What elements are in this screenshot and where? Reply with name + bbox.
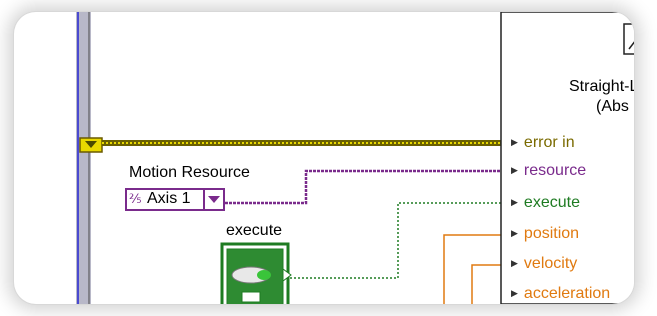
axis-ring-value: Axis 1 xyxy=(147,190,191,207)
terminal-arrow-icon: ▶ xyxy=(511,165,518,175)
block-icon xyxy=(623,23,634,55)
ring-dropdown-button[interactable] xyxy=(203,190,223,209)
io-resource-icon: ⅖ xyxy=(129,191,142,206)
terminal-error-in[interactable]: ▶ error in xyxy=(511,134,575,152)
execute-led-icon xyxy=(257,270,271,280)
terminal-label: resource xyxy=(523,162,587,179)
terminal-arrow-icon: ▶ xyxy=(511,288,518,298)
terminal-label: error in xyxy=(523,134,575,151)
terminal-acceleration[interactable]: ▶ acceleration xyxy=(511,285,610,303)
terminal-position[interactable]: ▶ position xyxy=(511,225,579,243)
resource-wire[interactable] xyxy=(225,169,501,205)
motion-resource-label: Motion Resource xyxy=(129,164,250,181)
block-title-line2: (Abs xyxy=(596,98,629,115)
terminal-arrow-icon: ▶ xyxy=(511,258,518,268)
execute-wire[interactable] xyxy=(290,202,501,279)
terminal-label: execute xyxy=(523,194,580,211)
screenshot-frame: Motion Resource ⅖ Axis 1 execute Straigh… xyxy=(0,0,657,316)
axis-ring-constant[interactable]: ⅖ Axis 1 xyxy=(125,188,225,211)
terminal-arrow-icon: ▶ xyxy=(511,137,518,147)
terminal-arrow-icon: ▶ xyxy=(511,228,518,238)
chevron-down-icon xyxy=(208,196,220,203)
terminal-label: position xyxy=(523,225,580,242)
terminal-label: velocity xyxy=(523,255,578,272)
terminal-resource[interactable]: ▶ resource xyxy=(511,162,586,180)
execute-label: execute xyxy=(226,222,283,239)
terminal-arrow-icon: ▶ xyxy=(511,197,518,207)
terminal-label: acceleration xyxy=(523,285,611,302)
terminal-velocity[interactable]: ▶ velocity xyxy=(511,255,577,273)
velocity-wire[interactable] xyxy=(471,264,501,304)
block-diagram-card: Motion Resource ⅖ Axis 1 execute Straigh… xyxy=(14,12,634,304)
block-title-line1: Straight-L xyxy=(569,78,634,95)
execute-tf-icon xyxy=(241,291,261,303)
terminal-execute[interactable]: ▶ execute xyxy=(511,194,580,212)
